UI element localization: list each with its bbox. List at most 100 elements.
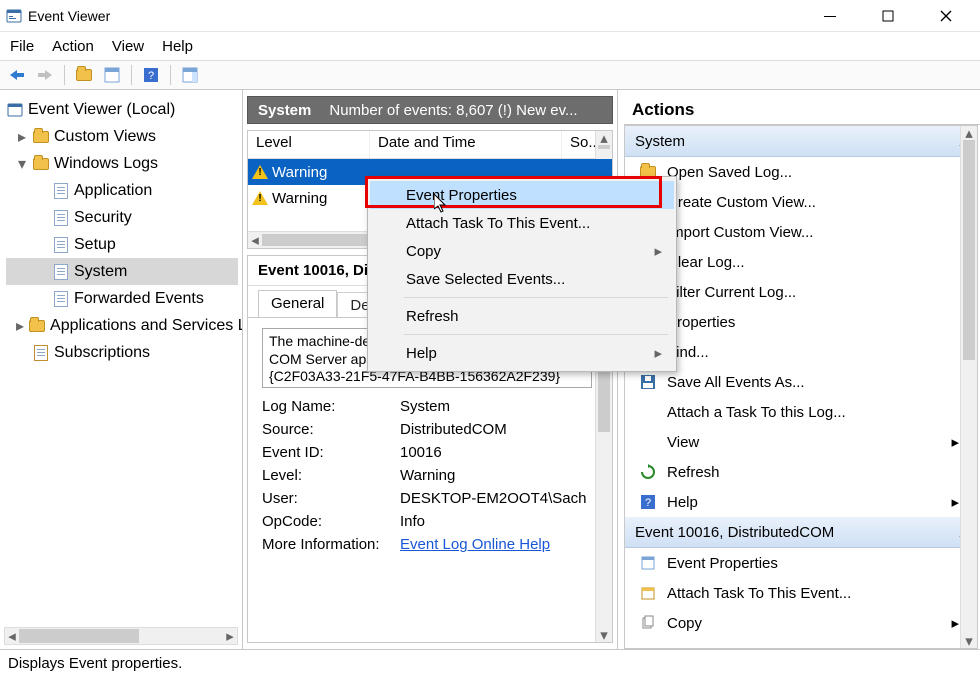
menu-view[interactable]: View [112,38,144,55]
scroll-down-icon[interactable]: ▾ [961,634,977,648]
forward-button[interactable] [34,64,56,86]
menu-file[interactable]: File [10,38,34,55]
scrollbar-thumb[interactable] [19,629,139,643]
scrollbar-thumb[interactable] [963,140,975,360]
log-icon [52,182,70,200]
actions-header: Actions [624,96,980,125]
toolbar-separator [170,65,171,85]
action-label: View [667,434,699,451]
tree-apps-services[interactable]: ▸ Applications and Services Logs [6,312,238,339]
context-menu-item[interactable]: Save Selected Events... [370,265,674,293]
tree-label: Subscriptions [54,344,150,362]
context-menu-item[interactable]: Copy▸ [370,237,674,265]
tree-forwarded[interactable]: Forwarded Events [6,285,238,312]
action-item[interactable]: Create Custom View... [625,187,977,217]
tree-root[interactable]: Event Viewer (Local) [6,96,238,123]
more-info-link[interactable]: Event Log Online Help [400,536,550,553]
action-item[interactable]: Event Properties [625,548,977,578]
scroll-down-icon[interactable]: ▾ [596,628,612,642]
toolbar-separator [131,65,132,85]
kv-value: System [400,398,450,415]
kv-key: Source: [262,421,400,438]
app-icon [6,8,22,24]
toolbar: ? [0,60,980,90]
action-label: Attach a Task To this Log... [667,404,846,421]
tree-setup[interactable]: Setup [6,231,238,258]
action-item[interactable]: Attach a Task To this Log... [625,397,977,427]
action-label: Help [667,494,698,511]
action-item[interactable]: Save All Events As... [625,367,977,397]
action-item[interactable]: Find... [625,337,977,367]
tree-application[interactable]: Application [6,177,238,204]
toolbar-separator [64,65,65,85]
nav-h-scrollbar[interactable]: ◂ ▸ [4,627,238,645]
action-item[interactable]: Attach Task To This Event... [625,578,977,608]
action-item[interactable]: Refresh [625,457,977,487]
context-menu-item[interactable]: Refresh [370,302,674,330]
log-icon [52,263,70,281]
action-item[interactable]: Properties [625,307,977,337]
action-icon: ? [639,493,657,511]
back-button[interactable] [6,64,28,86]
context-menu-item[interactable]: Attach Task To This Event... [370,209,674,237]
chevron-right-icon: ▸ [654,344,662,362]
tree-subscriptions[interactable]: Subscriptions [6,339,238,366]
scrollbar-thumb[interactable] [598,145,610,149]
actions-v-scrollbar[interactable]: ▴ ▾ [960,126,977,648]
row-level: Warning [272,164,327,181]
action-item[interactable]: View▸ [625,427,977,457]
action-item[interactable]: Filter Current Log... [625,277,977,307]
scroll-left-icon[interactable]: ◂ [248,232,262,248]
menu-action[interactable]: Action [52,38,94,55]
action-label: Filter Current Log... [667,284,796,301]
scroll-right-icon[interactable]: ▸ [223,628,237,644]
action-label: Import Custom View... [667,224,813,241]
svg-text:?: ? [148,70,154,82]
show-hide-console-tree-button[interactable] [73,64,95,86]
tree-root-label: Event Viewer (Local) [28,101,175,119]
context-menu-label: Attach Task To This Event... [406,215,590,232]
tree-label: Security [74,209,132,227]
minimize-button[interactable] [810,4,850,28]
events-header: System Number of events: 8,607 (!) New e… [247,96,613,124]
close-button[interactable] [926,4,966,28]
kv-value: DistributedCOM [400,421,507,438]
col-level[interactable]: Level [248,131,370,158]
menu-help[interactable]: Help [162,38,193,55]
tree-system[interactable]: System [6,258,238,285]
help-toolbar-button[interactable]: ? [140,64,162,86]
warning-icon [252,165,268,179]
action-label: Properties [667,314,735,331]
log-icon [52,236,70,254]
chevron-right-icon: ▸ [654,242,662,260]
tree-custom-views[interactable]: ▸ Custom Views [6,123,238,150]
action-item[interactable]: Import Custom View... [625,217,977,247]
expand-icon[interactable]: ▸ [16,127,28,147]
action-item[interactable]: Copy▸ [625,608,977,638]
actions-group-label: System [635,133,685,150]
actions-group-system[interactable]: System ▴ [625,126,977,157]
tree-security[interactable]: Security [6,204,238,231]
tab-general[interactable]: General [258,290,337,318]
action-label: Refresh [667,464,720,481]
maximize-button[interactable] [868,4,908,28]
action-item[interactable]: ?Help▸ [625,487,977,517]
scroll-up-icon[interactable]: ▴ [961,126,977,140]
context-menu-item[interactable]: Help▸ [370,339,674,367]
action-item[interactable]: Clear Log... [625,247,977,277]
actions-group-event[interactable]: Event 10016, DistributedCOM▴ [625,517,977,548]
tree-label: System [74,263,127,281]
collapse-icon[interactable]: ▾ [16,154,28,174]
properties-toolbar-button[interactable] [101,64,123,86]
kv-key: Log Name: [262,398,400,415]
col-date[interactable]: Date and Time [370,131,562,158]
actions-group-label: Event 10016, DistributedCOM [635,524,834,541]
scroll-up-icon[interactable]: ▴ [596,131,612,145]
action-item[interactable]: Open Saved Log... [625,157,977,187]
tree-windows-logs[interactable]: ▾ Windows Logs [6,150,238,177]
action-pane-toolbar-button[interactable] [179,64,201,86]
context-menu-item[interactable]: Event Properties [370,181,674,209]
expand-icon[interactable]: ▸ [16,316,24,336]
action-label: Attach Task To This Event... [667,585,851,602]
scroll-left-icon[interactable]: ◂ [5,628,19,644]
